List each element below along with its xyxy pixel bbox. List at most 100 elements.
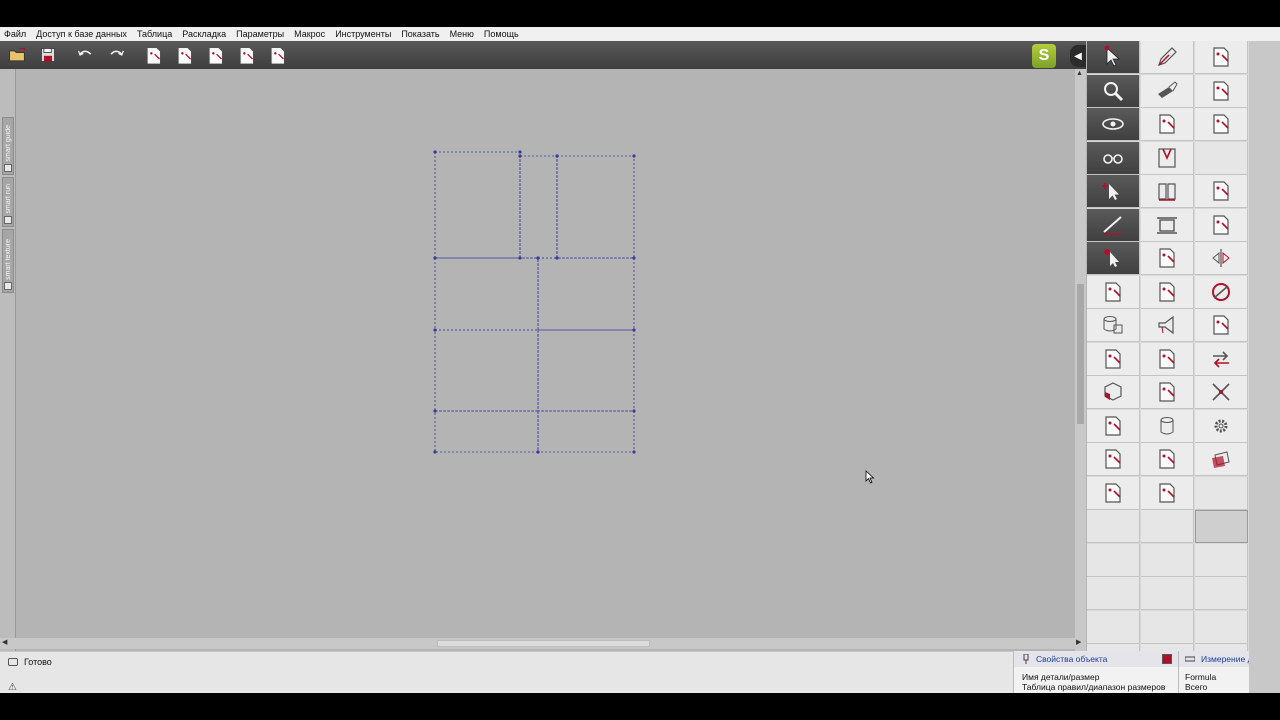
palette-tool-pen[interactable] <box>1141 41 1194 74</box>
piece-button[interactable] <box>235 44 257 66</box>
vertical-scrollbar[interactable]: ▲ ▼ <box>1075 69 1086 667</box>
open-file-icon <box>9 47 25 62</box>
undo-button[interactable] <box>74 44 96 66</box>
layout-icon <box>147 47 161 64</box>
piece-outline[interactable] <box>537 329 635 412</box>
warning-icon[interactable]: ⚠ <box>8 682 17 693</box>
palette-tool-brush[interactable] <box>1141 74 1194 108</box>
menu-item[interactable]: Помощь <box>484 29 519 39</box>
palette-empty-cell <box>1195 141 1248 175</box>
palette-tool-eye[interactable] <box>1087 108 1140 141</box>
pin-icon[interactable] <box>1022 654 1030 664</box>
menu-item[interactable]: Параметры <box>236 29 284 39</box>
palette-tool-grade[interactable] <box>1141 342 1194 376</box>
palette-tool-cube[interactable] <box>1087 376 1140 409</box>
scroll-left-icon[interactable]: ◀ <box>2 638 7 646</box>
palette-tool-piece-arrow[interactable] <box>1141 443 1194 476</box>
palette-tool-cross-piece[interactable] <box>1087 275 1140 309</box>
palette-tool-piece[interactable] <box>1141 108 1194 141</box>
measurement-header[interactable]: Измерение д <box>1179 651 1249 667</box>
piece-points <box>433 150 636 454</box>
piece-arrow-right-icon <box>1213 214 1229 235</box>
menu-item[interactable]: Доступ к базе данных <box>36 29 127 39</box>
palette-tool-v-notch[interactable] <box>1141 141 1194 175</box>
menu-item[interactable]: Макрос <box>294 29 325 39</box>
palette-tool-view-piece[interactable] <box>1087 443 1140 476</box>
message-icon <box>8 658 18 666</box>
palette-tool-add-point-arrow[interactable] <box>1087 175 1140 208</box>
palette-tool-piece-corner[interactable] <box>1087 342 1140 376</box>
palette-tool-megaphone[interactable] <box>1141 309 1194 342</box>
piece-outline[interactable] <box>519 155 558 259</box>
piece-outline[interactable] <box>434 151 521 259</box>
piece-outline[interactable] <box>434 257 539 331</box>
palette-tool-zoom[interactable] <box>1087 74 1140 108</box>
palette-tool-piece-point[interactable] <box>1141 476 1194 510</box>
book-icon <box>1158 183 1176 201</box>
redo-button[interactable] <box>105 44 127 66</box>
palette-tool-magnet-arrow[interactable] <box>1087 242 1140 275</box>
piece-outline[interactable] <box>434 410 539 453</box>
piece-outline[interactable] <box>537 410 635 453</box>
palette-tool-select-arrow[interactable] <box>1087 41 1140 74</box>
vertical-scroll-thumb[interactable] <box>1077 284 1084 424</box>
cube-icon <box>1104 382 1122 401</box>
menu-item[interactable]: Меню <box>450 29 474 39</box>
palette-tool-book[interactable] <box>1141 175 1194 208</box>
palette-tool-piece-edit[interactable] <box>1141 376 1194 409</box>
palette-tool-circle-tool[interactable] <box>1195 275 1248 309</box>
save-button[interactable] <box>37 44 59 66</box>
palette-tool-swap[interactable] <box>1195 342 1248 376</box>
menu-item[interactable]: Инструменты <box>335 29 391 39</box>
piece-outline[interactable] <box>434 329 539 412</box>
menu-item[interactable]: Раскладка <box>182 29 226 39</box>
palette-tool-dashed-piece[interactable] <box>1195 74 1248 108</box>
palette-tool-frame[interactable] <box>1141 208 1194 242</box>
palette-empty-cell <box>1141 610 1194 644</box>
palette-tool-grid-piece[interactable] <box>1141 242 1194 275</box>
palette-tool-mirror[interactable] <box>1195 242 1248 275</box>
palette-tool-glasses[interactable] <box>1087 141 1140 175</box>
horizontal-scrollbar[interactable]: ◀ ▶ <box>0 638 1086 649</box>
palette-tool-database[interactable] <box>1087 309 1140 342</box>
open-file-button[interactable] <box>6 44 28 66</box>
palette-tool-edit-piece[interactable] <box>1141 275 1194 309</box>
delete-pieces-button[interactable] <box>173 44 195 66</box>
edit-piece-icon <box>1159 281 1175 302</box>
properties-header[interactable]: Свойства объекта <box>1014 651 1179 667</box>
tab-smart-run[interactable]: smart run <box>2 177 14 227</box>
tab-smart-texture[interactable]: smart texture <box>2 229 14 293</box>
palette-tool-piece-list[interactable] <box>1087 409 1140 443</box>
palette-tool-piece-export[interactable] <box>1195 108 1248 141</box>
tab-smart-guide[interactable]: smart guide <box>2 117 14 175</box>
horizontal-scroll-thumb[interactable] <box>437 640 650 647</box>
marker-layout[interactable] <box>17 69 1075 665</box>
layout-button[interactable] <box>142 44 164 66</box>
palette-empty-cell <box>1087 610 1140 644</box>
palette-tool-piece-blank[interactable] <box>1195 309 1248 342</box>
menu-item[interactable]: Таблица <box>137 29 172 39</box>
grid-button[interactable] <box>266 44 288 66</box>
palette-tool-stack[interactable] <box>1195 443 1248 476</box>
scroll-right-icon[interactable]: ▶ <box>1076 638 1081 646</box>
menu-item[interactable]: Файл <box>4 29 26 39</box>
palette-tool-split[interactable] <box>1195 376 1248 409</box>
piece-outline[interactable] <box>556 155 635 259</box>
list-button[interactable] <box>204 44 226 66</box>
palette-tool-piece-arrow-right[interactable] <box>1195 208 1248 242</box>
palette-tool-cylinder[interactable] <box>1141 409 1194 443</box>
collapse-palette-button[interactable]: ◀ <box>1070 45 1086 67</box>
menu-item[interactable]: Показать <box>401 29 439 39</box>
close-panel-icon[interactable] <box>1162 654 1172 664</box>
palette-tool-abc-piece[interactable] <box>1195 41 1248 74</box>
palette-empty-cell <box>1195 476 1248 510</box>
palette-tool-piece-plus[interactable] <box>1195 175 1248 208</box>
smart-logo-button[interactable]: S <box>1032 44 1056 68</box>
piece-outline[interactable] <box>537 257 635 331</box>
palette-tool-gear[interactable] <box>1195 409 1248 443</box>
property-row: Имя детали/размер <box>1022 672 1100 682</box>
scroll-up-icon[interactable]: ▲ <box>1076 70 1083 77</box>
work-canvas[interactable] <box>17 69 1075 665</box>
palette-tool-search-piece[interactable] <box>1087 476 1140 510</box>
palette-tool-edit-line[interactable] <box>1087 208 1140 242</box>
